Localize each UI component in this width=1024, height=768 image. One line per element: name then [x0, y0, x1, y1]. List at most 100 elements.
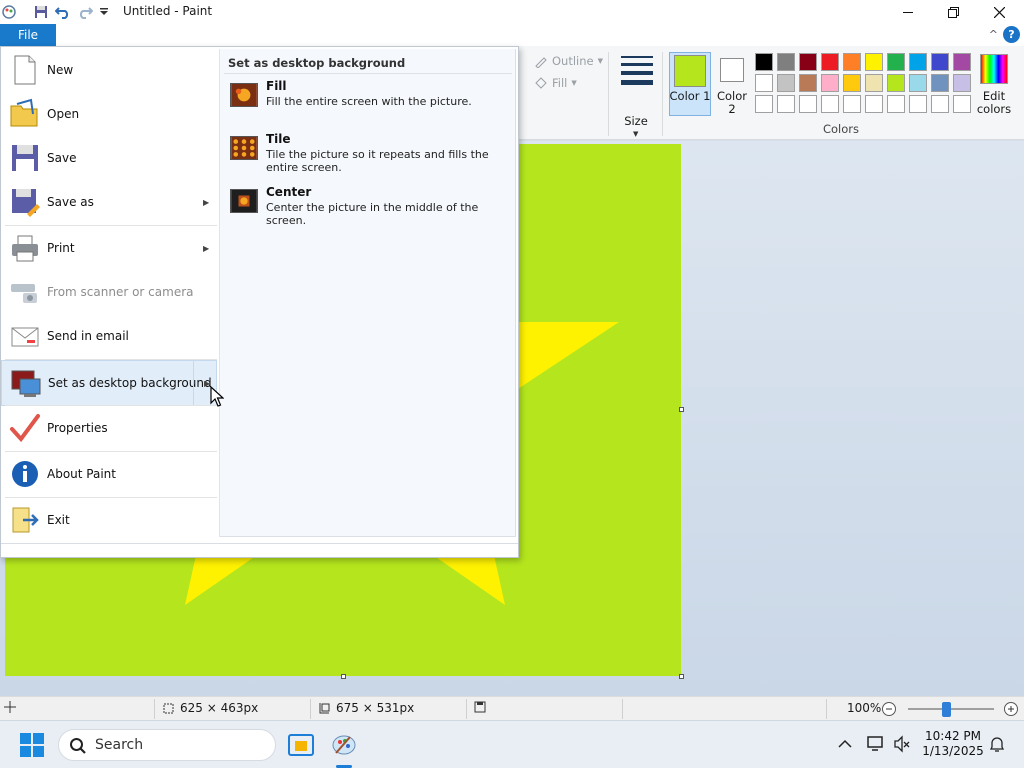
save-as-icon — [12, 189, 40, 217]
canvas-resize-handle-bottom[interactable] — [341, 674, 346, 679]
palette-color-swatch[interactable] — [931, 95, 949, 113]
collapse-ribbon-icon[interactable]: ^ — [989, 28, 998, 41]
menu-item-save-as[interactable]: Save as ▶ — [1, 180, 217, 224]
notification-bell-icon[interactable] — [989, 735, 1005, 756]
palette-color-swatch[interactable] — [777, 53, 795, 71]
rainbow-palette-icon — [980, 54, 1008, 84]
edit-colors-label: Edit colors — [976, 89, 1012, 116]
zoom-out-icon — [882, 702, 896, 716]
canvas-resize-handle-corner[interactable] — [679, 674, 684, 679]
palette-color-swatch[interactable] — [821, 53, 839, 71]
menu-item-set-desktop-background-label: Set as desktop background — [48, 376, 212, 390]
palette-color-swatch[interactable] — [887, 74, 905, 92]
shape-outline-button[interactable]: Outline ▼ — [534, 54, 603, 68]
palette-color-swatch[interactable] — [755, 53, 773, 71]
zoom-in-button[interactable] — [1003, 701, 1019, 717]
palette-color-swatch[interactable] — [777, 74, 795, 92]
split-divider — [193, 361, 194, 405]
ribbon-tab-strip: File ^ ? — [0, 24, 1024, 46]
redo-icon[interactable] — [76, 3, 94, 21]
shape-fill-button[interactable]: Fill ▼ — [534, 76, 577, 90]
selection-size-text: 625 × 463px — [180, 701, 259, 715]
palette-color-swatch[interactable] — [865, 74, 883, 92]
palette-color-swatch[interactable] — [755, 95, 773, 113]
desktop-background-icon — [11, 370, 41, 397]
menu-item-save[interactable]: Save — [1, 136, 217, 180]
paint-app-icon[interactable] — [0, 3, 18, 21]
submenu-item-fill-title: Fill — [266, 79, 287, 93]
tab-file[interactable]: File — [0, 24, 56, 46]
search-placeholder: Search — [95, 737, 144, 753]
palette-color-swatch[interactable] — [799, 95, 817, 113]
palette-color-swatch[interactable] — [799, 53, 817, 71]
palette-color-swatch[interactable] — [953, 53, 971, 71]
menu-item-send-email[interactable]: Send in email — [1, 314, 217, 358]
palette-color-swatch[interactable] — [821, 74, 839, 92]
taskbar-search-box[interactable]: Search — [58, 729, 276, 761]
submenu-item-fill[interactable]: Fill Fill the entire screen with the pic… — [226, 79, 512, 129]
file-explorer-icon[interactable] — [287, 731, 315, 762]
palette-color-swatch[interactable] — [953, 74, 971, 92]
help-icon[interactable]: ? — [1003, 26, 1020, 43]
save-disk-icon — [12, 145, 38, 171]
size-button[interactable]: Size ▼ — [614, 52, 658, 138]
outline-label: Outline — [552, 54, 594, 68]
file-menu-bottom-divider — [1, 543, 518, 544]
zoom-slider-track[interactable] — [908, 708, 994, 710]
printer-icon — [12, 235, 38, 262]
menu-item-new[interactable]: New — [1, 48, 217, 92]
palette-color-swatch[interactable] — [799, 74, 817, 92]
zoom-level-text: 100% — [847, 701, 882, 715]
close-window-button[interactable] — [976, 0, 1022, 24]
menu-item-save-as-label: Save as — [47, 195, 94, 209]
palette-color-swatch[interactable] — [821, 95, 839, 113]
palette-color-swatch[interactable] — [887, 53, 905, 71]
palette-color-swatch[interactable] — [931, 74, 949, 92]
maximize-button[interactable] — [930, 0, 976, 24]
edit-colors-button[interactable]: Edit colors — [976, 54, 1012, 116]
menu-item-print[interactable]: Print ▶ — [1, 226, 217, 270]
desktop-background-submenu: Set as desktop background Fill Fill the … — [219, 49, 516, 537]
palette-color-swatch[interactable] — [755, 74, 773, 92]
menu-item-properties[interactable]: Properties — [1, 406, 217, 450]
cursor-position-icon — [4, 701, 16, 713]
menu-item-new-label: New — [47, 63, 74, 77]
submenu-item-center[interactable]: Center Center the picture in the middle … — [226, 185, 512, 235]
customize-quick-access-icon[interactable] — [95, 3, 113, 21]
system-clock[interactable]: 10:42 PM 1/13/2025 — [920, 729, 986, 759]
show-hidden-icons-chevron-icon[interactable] — [838, 738, 852, 752]
menu-item-from-scanner[interactable]: From scanner or camera — [1, 270, 217, 314]
palette-color-swatch[interactable] — [865, 95, 883, 113]
submenu-item-tile[interactable]: Tile Tile the picture so it repeats and … — [226, 132, 512, 182]
undo-icon[interactable] — [54, 3, 72, 21]
canvas-resize-handle-right[interactable] — [679, 407, 684, 412]
selection-size-item: 625 × 463px — [162, 701, 258, 715]
windows-start-icon[interactable] — [20, 733, 44, 760]
color2-button[interactable] — [720, 58, 744, 82]
palette-color-swatch[interactable] — [909, 74, 927, 92]
palette-color-swatch[interactable] — [865, 53, 883, 71]
paint-taskbar-icon[interactable] — [330, 731, 358, 762]
menu-item-exit[interactable]: Exit — [1, 498, 217, 542]
zoom-slider-thumb[interactable] — [941, 702, 951, 717]
palette-color-swatch[interactable] — [843, 53, 861, 71]
palette-color-swatch[interactable] — [909, 95, 927, 113]
menu-item-about-paint[interactable]: About Paint — [1, 452, 217, 496]
palette-color-swatch[interactable] — [931, 53, 949, 71]
palette-color-swatch[interactable] — [887, 95, 905, 113]
minimize-button[interactable] — [885, 0, 931, 24]
menu-item-open[interactable]: Open — [1, 92, 217, 136]
palette-color-swatch[interactable] — [909, 53, 927, 71]
palette-color-swatch[interactable] — [953, 95, 971, 113]
palette-color-swatch[interactable] — [777, 95, 795, 113]
status-divider — [826, 699, 827, 719]
network-icon[interactable] — [866, 735, 886, 756]
clock-time: 10:42 PM — [925, 729, 981, 743]
palette-color-swatch[interactable] — [843, 74, 861, 92]
quick-save-icon[interactable] — [32, 3, 50, 21]
volume-muted-icon[interactable] — [893, 735, 911, 756]
menu-item-set-desktop-background[interactable]: Set as desktop background ▶ — [1, 360, 217, 406]
zoom-out-button[interactable] — [881, 701, 897, 717]
center-layout-icon — [230, 189, 258, 213]
palette-color-swatch[interactable] — [843, 95, 861, 113]
